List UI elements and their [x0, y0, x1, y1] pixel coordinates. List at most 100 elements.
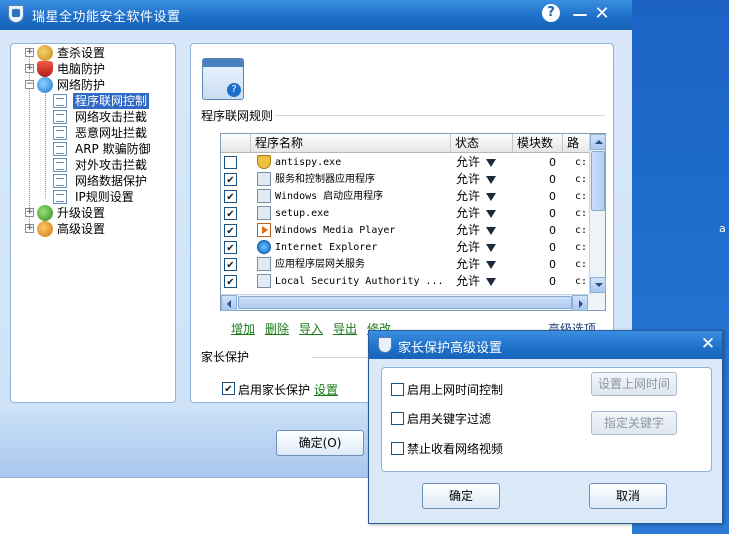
- tree-item-program-control[interactable]: 程序联网控制: [37, 93, 171, 109]
- checkbox-label: 禁止收看网络视频: [407, 442, 504, 456]
- tree-item-outbound-attack[interactable]: 对外攻击拦截: [37, 157, 171, 173]
- vertical-scrollbar[interactable]: [589, 134, 606, 294]
- program-path: c:: [575, 191, 588, 202]
- column-header-check[interactable]: [221, 134, 251, 153]
- table-row[interactable]: Local Security Authority ... 允许 0 c:: [221, 273, 589, 290]
- minimize-button[interactable]: —: [569, 3, 591, 25]
- table-row[interactable]: Windows Media Player 允许 0 c:: [221, 222, 589, 239]
- scroll-thumb[interactable]: [591, 151, 605, 211]
- rule-enabled-checkbox[interactable]: [224, 190, 237, 203]
- table-row[interactable]: 服务和控制器应用程序 允许 0 c:: [221, 171, 589, 188]
- page-icon: [53, 142, 67, 156]
- export-link[interactable]: 导出: [333, 320, 357, 337]
- expand-icon[interactable]: +: [25, 208, 34, 217]
- column-header-status[interactable]: 状态: [451, 134, 513, 153]
- rule-enabled-checkbox[interactable]: [224, 156, 237, 169]
- rule-status[interactable]: 允许: [456, 171, 480, 188]
- status-dropdown-icon[interactable]: [486, 261, 496, 269]
- rule-status[interactable]: 允许: [456, 273, 480, 290]
- expand-icon[interactable]: +: [25, 64, 34, 73]
- tree-item-update[interactable]: + 升级设置: [21, 205, 171, 221]
- page-icon: [53, 158, 67, 172]
- tree-item-advanced[interactable]: + 高级设置: [21, 221, 171, 237]
- page-icon: [53, 174, 67, 188]
- rule-enabled-checkbox[interactable]: [224, 207, 237, 220]
- scroll-left-icon[interactable]: [221, 295, 237, 311]
- rule-status[interactable]: 允许: [456, 256, 480, 273]
- table-row[interactable]: antispy.exe 允许 0 c:: [221, 154, 589, 171]
- column-header-name[interactable]: 程序名称: [251, 134, 451, 153]
- block-video-checkbox[interactable]: [391, 442, 404, 455]
- parent-control-dialog: 家长保护高级设置 ✕ 启用上网时间控制 启用关键字过滤 禁止收看网络视频 设置上…: [368, 330, 723, 524]
- time-control-checkbox[interactable]: [391, 383, 404, 396]
- tree-item-scan[interactable]: + 查杀设置: [21, 45, 171, 61]
- import-link[interactable]: 导入: [299, 320, 323, 337]
- table-row[interactable]: setup.exe 允许 0 c:: [221, 205, 589, 222]
- set-time-button[interactable]: 设置上网时间: [591, 372, 677, 396]
- checkbox-label: 启用上网时间控制: [407, 383, 504, 397]
- rule-enabled-checkbox[interactable]: [224, 224, 237, 237]
- status-dropdown-icon[interactable]: [486, 159, 496, 167]
- help-button[interactable]: ?: [542, 4, 560, 22]
- table-row[interactable]: Windows 启动应用程序 允许 0 c:: [221, 188, 589, 205]
- scroll-up-icon[interactable]: [590, 134, 606, 150]
- rule-status[interactable]: 允许: [456, 205, 480, 222]
- collapse-icon[interactable]: −: [25, 80, 34, 89]
- column-header-path[interactable]: 路: [563, 134, 589, 153]
- scroll-right-icon[interactable]: [572, 295, 588, 311]
- module-count: 0: [549, 224, 556, 237]
- tree-item-ip-rules[interactable]: IP规则设置: [37, 189, 171, 205]
- add-link[interactable]: 增加: [231, 320, 255, 337]
- parent-settings-link[interactable]: 设置: [314, 381, 338, 398]
- status-dropdown-icon[interactable]: [486, 227, 496, 235]
- set-keywords-button[interactable]: 指定关键字: [591, 411, 677, 435]
- dialog-close-button[interactable]: ✕: [698, 334, 718, 354]
- program-path: c:: [575, 157, 588, 168]
- rule-enabled-checkbox[interactable]: [224, 173, 237, 186]
- enable-parent-control-checkbox[interactable]: [222, 382, 235, 395]
- expand-icon[interactable]: +: [25, 224, 34, 233]
- rule-enabled-checkbox[interactable]: [224, 275, 237, 288]
- table-row[interactable]: Internet Explorer 允许 0 c:: [221, 239, 589, 256]
- dialog-titlebar[interactable]: 家长保护高级设置 ✕: [369, 331, 722, 359]
- column-header-modules[interactable]: 模块数: [513, 134, 563, 153]
- tree-item-network-protection[interactable]: − 网络防护: [21, 77, 171, 93]
- delete-link[interactable]: 删除: [265, 320, 289, 337]
- rule-status[interactable]: 允许: [456, 154, 480, 171]
- program-rules-list[interactable]: 程序名称 状态 模块数 路 antispy.exe 允许 0 c: 服务和控制器应用程序…: [220, 133, 606, 311]
- resize-grip-icon[interactable]: [589, 294, 605, 310]
- globe-icon: [37, 77, 53, 93]
- status-dropdown-icon[interactable]: [486, 244, 496, 252]
- horizontal-scrollbar[interactable]: [221, 294, 589, 311]
- tree-item-pc-protection[interactable]: + 电脑防护: [21, 61, 171, 77]
- close-button[interactable]: ✕: [591, 3, 613, 25]
- parent-control-title: 家长保护: [201, 350, 250, 364]
- tree-item-label: 网络防护: [57, 78, 106, 92]
- tree-item-attack-block[interactable]: 网络攻击拦截: [37, 109, 171, 125]
- tree-item-data-protection[interactable]: 网络数据保护: [37, 173, 171, 189]
- dialog-ok-button[interactable]: 确定: [422, 483, 500, 509]
- status-dropdown-icon[interactable]: [486, 278, 496, 286]
- rule-status[interactable]: 允许: [456, 222, 480, 239]
- table-row[interactable]: 应用程序层网关服务 允许 0 c:: [221, 256, 589, 273]
- scroll-thumb[interactable]: [238, 296, 572, 309]
- tree-item-malicious-url[interactable]: 恶意网址拦截: [37, 125, 171, 141]
- ok-button[interactable]: 确定(O): [276, 430, 364, 456]
- dialog-cancel-button[interactable]: 取消: [589, 483, 667, 509]
- status-dropdown-icon[interactable]: [486, 193, 496, 201]
- window-titlebar[interactable]: 瑞星全功能安全软件设置 ? — ✕: [0, 0, 632, 30]
- rule-status[interactable]: 允许: [456, 239, 480, 256]
- expand-icon[interactable]: +: [25, 48, 34, 57]
- program-name: antispy.exe: [275, 157, 342, 168]
- rule-enabled-checkbox[interactable]: [224, 241, 237, 254]
- gear-icon: [37, 221, 53, 237]
- tree-item-label: 高级设置: [57, 222, 106, 236]
- scroll-down-icon[interactable]: [590, 277, 606, 293]
- keyword-filter-checkbox[interactable]: [391, 412, 404, 425]
- status-dropdown-icon[interactable]: [486, 176, 496, 184]
- tree-item-arp-defense[interactable]: ARP 欺骗防御: [37, 141, 171, 157]
- program-path: c:: [575, 225, 588, 236]
- status-dropdown-icon[interactable]: [486, 210, 496, 218]
- rule-enabled-checkbox[interactable]: [224, 258, 237, 271]
- rule-status[interactable]: 允许: [456, 188, 480, 205]
